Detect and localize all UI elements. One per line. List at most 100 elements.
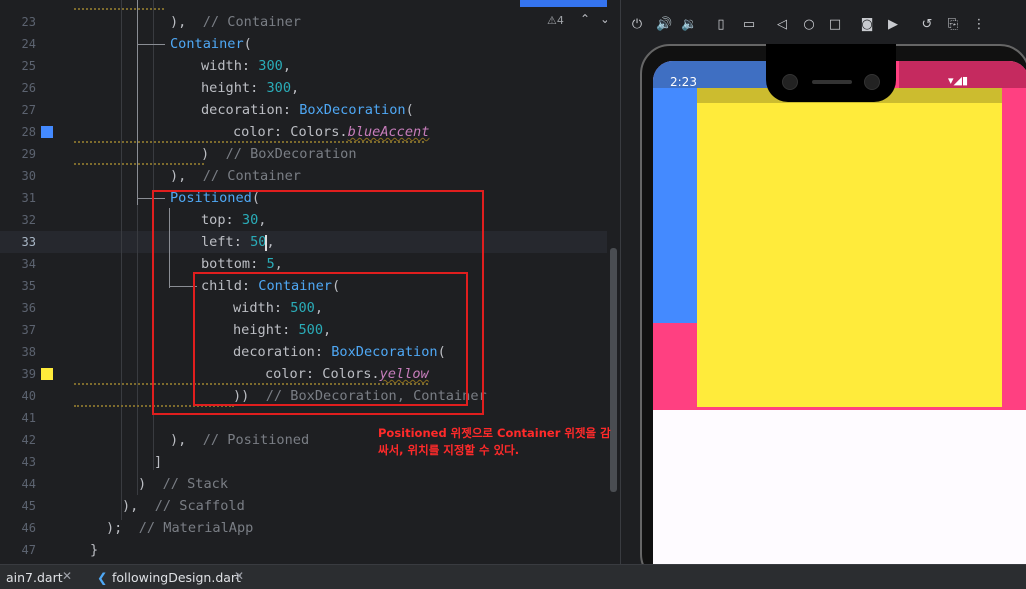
code-text[interactable]: decoration: BoxDecoration( [201,99,414,121]
code-editor[interactable]: 23), // Container 24 Container(25 width: 30… [0,0,620,564]
editor-tab-bar: ain7.dart ✕ ❮ followingDesign.dart ✕ [0,564,1026,589]
line-number[interactable]: 45 [8,495,36,517]
code-token: ( [243,36,252,52]
code-token: color: Colors. [233,124,348,140]
code-token: Container [170,36,244,52]
line-number[interactable]: 31 [8,187,36,209]
color-preview-icon[interactable] [41,368,53,380]
tree-guide [137,0,138,205]
line-number[interactable]: 39 [8,363,36,385]
flutter-icon: ❮ [97,570,108,585]
code-text[interactable]: ) // BoxDecoration [201,143,357,165]
code-line[interactable]: 25 width: 300, [0,55,620,77]
camera-icon [782,74,798,90]
code-line[interactable]: 30), // Container [0,165,620,187]
code-token: ) [201,146,226,162]
line-number[interactable]: 27 [8,99,36,121]
line-number[interactable]: 38 [8,341,36,363]
tree-guide [137,44,165,45]
tab-main7[interactable]: ain7.dart [6,570,63,585]
line-number[interactable]: 40 [8,385,36,407]
code-token: ), [170,168,203,184]
home-icon[interactable]: ○ [801,17,817,33]
warning-count: 4 [556,14,564,27]
code-text[interactable]: ), // Container [170,11,301,33]
code-token: // Container [202,168,301,184]
code-token: blueAccent [347,124,430,140]
volume-down-icon[interactable]: 🔉 [681,17,697,33]
phone-speaker [812,80,852,84]
volume-up-icon[interactable]: 🔊 [656,17,672,33]
line-number[interactable]: 32 [8,209,36,231]
code-token: ( [405,102,414,118]
close-icon[interactable]: ✕ [62,569,72,583]
line-number[interactable]: 28 [8,121,36,143]
tab-followingdesign[interactable]: followingDesign.dart [112,570,241,585]
back-icon[interactable]: ◁ [774,17,790,33]
power-icon[interactable]: ⏻ [629,17,645,33]
line-number[interactable]: 37 [8,319,36,341]
code-token: width: [201,58,259,74]
phone-notch [766,44,896,102]
code-token: ), [170,432,203,448]
line-number[interactable]: 30 [8,165,36,187]
indent-guide [121,0,122,520]
yellow-positioned-container [697,88,1002,407]
rotate-left-icon[interactable]: ▯ [713,17,729,33]
code-text[interactable]: ), // Scaffold [122,495,245,517]
prev-highlight-icon[interactable]: ⌃ [580,12,590,26]
code-line[interactable]: 27 decoration: BoxDecoration( [0,99,620,121]
annotation-text: Positioned 위젯으로 Container 위젯을 감싸서, 위치를 지… [378,426,611,457]
line-number[interactable]: 47 [8,539,36,561]
rotate-right-icon[interactable]: ▭ [741,17,757,33]
code-text[interactable]: ), // Positioned [170,429,309,451]
code-text[interactable]: Container( [170,33,252,55]
color-preview-icon[interactable] [41,126,53,138]
code-text[interactable]: ] [154,451,162,473]
overview-icon[interactable]: □ [827,17,843,33]
phone-screen[interactable] [653,61,1026,571]
line-number[interactable]: 46 [8,517,36,539]
code-text[interactable]: ), // Container [170,165,301,187]
code-text[interactable]: height: 300, [201,77,299,99]
code-line[interactable]: 45 ), // Scaffold [0,495,620,517]
line-number[interactable]: 43 [8,451,36,473]
line-number[interactable]: 25 [8,55,36,77]
code-token: height: [201,80,267,96]
code-text[interactable]: ) // Stack [138,473,228,495]
blue-container [653,61,697,323]
line-number[interactable]: 34 [8,253,36,275]
line-number[interactable]: 23 [8,11,36,33]
line-number[interactable]: 36 [8,297,36,319]
code-token: // Container [202,14,301,30]
code-token: BoxDecoration [299,102,406,118]
code-line[interactable]: 46 ); // MaterialApp [0,517,620,539]
code-text[interactable]: ); // MaterialApp [106,517,253,539]
emulator-toolbar: ⏻ 🔊 🔉 ▯ ▭ ◁ ○ □ ◙ ▶ ↺ ⎘ ⋮ [621,8,1026,42]
code-token: ); [106,520,139,536]
snapshot-icon[interactable]: ⎘ [945,17,961,33]
camera-icon [864,74,880,90]
code-line[interactable]: 44 ) // Stack [0,473,620,495]
code-line[interactable]: 24 Container( [0,33,620,55]
line-number[interactable]: 33 [8,231,36,253]
warning-indicator[interactable]: ⚠4 [547,14,564,27]
line-number[interactable]: 26 [8,77,36,99]
line-number[interactable]: 29 [8,143,36,165]
line-number[interactable]: 35 [8,275,36,297]
code-line[interactable]: 26 height: 300, [0,77,620,99]
screenshot-icon[interactable]: ◙ [859,17,875,33]
warning-squiggle [74,161,204,165]
more-icon[interactable]: ⋮ [971,17,987,33]
line-number[interactable]: 24 [8,33,36,55]
line-number[interactable]: 44 [8,473,36,495]
code-line[interactable]: 47} [0,539,620,561]
line-number[interactable]: 42 [8,429,36,451]
code-text[interactable]: } [90,539,98,561]
record-icon[interactable]: ▶ [885,17,901,33]
line-number[interactable]: 41 [8,407,36,429]
code-text[interactable]: width: 300, [201,55,291,77]
code-line[interactable]: 23 ), // Container [0,11,620,33]
reset-icon[interactable]: ↺ [919,17,935,33]
close-icon[interactable]: ✕ [234,569,244,583]
